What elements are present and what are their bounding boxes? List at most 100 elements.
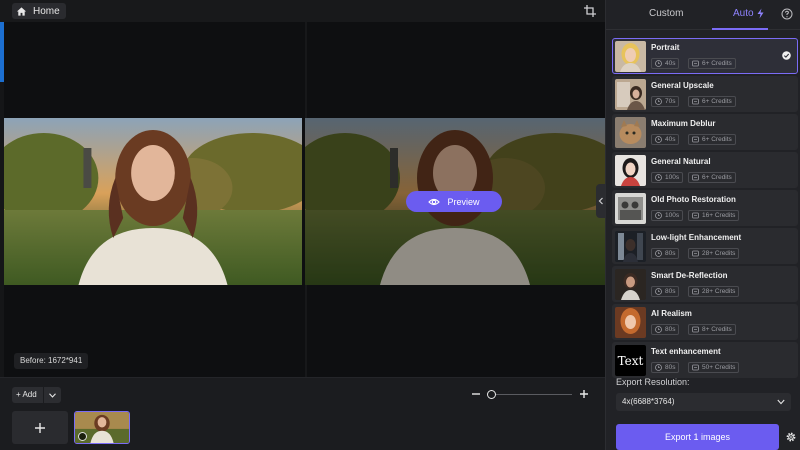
credits-icon <box>692 174 699 181</box>
time-value: 40s <box>665 60 676 67</box>
time-value: 80s <box>665 326 676 333</box>
time-chip: 80s <box>651 286 680 297</box>
credits-icon <box>692 288 699 295</box>
portrait-thumbnail <box>615 41 646 72</box>
deblur-thumbnail <box>615 117 646 148</box>
selected-check-icon <box>782 51 791 60</box>
preset-name: Maximum Deblur <box>651 119 716 128</box>
enhancement-panel: Custom Auto Portrait 40s 6+ Credits Gene… <box>605 0 800 450</box>
add-image-tile[interactable] <box>12 411 68 444</box>
image-canvas: Preview Before: 1672*941 <box>4 22 606 377</box>
chevron-down-icon <box>48 392 56 398</box>
export-resolution-label: Export Resolution: <box>616 377 690 387</box>
top-bar: Home <box>0 0 605 22</box>
credit-chip: 50+ Credits <box>688 362 740 373</box>
home-icon <box>16 6 27 16</box>
bottom-toolbar: + Add <box>0 377 605 450</box>
clock-icon <box>655 212 662 219</box>
time-chip: 80s <box>651 324 680 335</box>
crop-icon[interactable] <box>583 4 597 18</box>
time-chip: 40s <box>651 58 680 69</box>
zoom-slider-track[interactable] <box>492 394 572 395</box>
eye-icon <box>428 198 441 205</box>
clock-icon <box>655 250 662 257</box>
credits-value: 16+ Credits <box>702 212 736 219</box>
clock-icon <box>655 326 662 333</box>
help-icon[interactable] <box>781 8 793 20</box>
preset-portrait[interactable]: Portrait 40s 6+ Credits <box>612 38 798 74</box>
add-button-group: + Add <box>12 387 61 403</box>
text-thumbnail-label: Text <box>617 353 644 368</box>
upscale-thumbnail <box>615 79 646 110</box>
credit-chip: 6+ Credits <box>688 58 736 69</box>
preset-old-photo-restoration[interactable]: Old Photo Restoration 100s 16+ Credits <box>612 190 798 226</box>
credit-chip: 6+ Credits <box>688 172 736 183</box>
time-chip: 80s <box>651 248 680 259</box>
credits-value: 6+ Credits <box>702 136 732 143</box>
old-photo-thumbnail <box>615 193 646 224</box>
preset-ai-realism[interactable]: AI Realism 80s 8+ Credits <box>612 304 798 340</box>
preset-name: General Natural <box>651 157 711 166</box>
credits-value: 6+ Credits <box>702 98 732 105</box>
preset-list: Portrait 40s 6+ Credits General Upscale … <box>612 38 798 380</box>
thumbnail-status-icon <box>78 432 87 441</box>
credit-chip: 6+ Credits <box>688 96 736 107</box>
time-value: 100s <box>665 212 680 219</box>
time-chip: 70s <box>651 96 680 107</box>
natural-thumbnail <box>615 155 646 186</box>
lightning-icon <box>757 8 764 19</box>
preset-text-enhancement[interactable]: Text Text enhancement 80s 50+ Credits <box>612 342 798 378</box>
credit-chip: 8+ Credits <box>688 324 736 335</box>
credits-value: 6+ Credits <box>702 174 732 181</box>
zoom-in-icon[interactable] <box>578 388 590 400</box>
preset-name: Low-light Enhancement <box>651 233 742 242</box>
resolution-select[interactable]: 4x(6688*3764) <box>616 393 791 411</box>
tab-custom[interactable]: Custom <box>649 8 683 19</box>
tab-auto[interactable]: Auto <box>733 8 765 19</box>
credits-icon <box>692 250 699 257</box>
clock-icon <box>655 364 662 371</box>
realism-thumbnail <box>615 307 646 338</box>
preset-smart-de-reflection[interactable]: Smart De-Reflection 80s 28+ Credits <box>612 266 798 302</box>
zoom-slider-handle[interactable] <box>487 390 496 399</box>
preset-name: Smart De-Reflection <box>651 271 728 280</box>
text-thumbnail: Text <box>615 345 646 376</box>
time-value: 80s <box>665 250 676 257</box>
home-label: Home <box>33 5 60 17</box>
clock-icon <box>655 288 662 295</box>
preset-name: AI Realism <box>651 309 692 318</box>
clock-icon <box>655 98 662 105</box>
clock-icon <box>655 60 662 67</box>
preset-general-upscale[interactable]: General Upscale 70s 6+ Credits <box>612 76 798 112</box>
time-value: 70s <box>665 98 676 105</box>
credit-chip: 28+ Credits <box>688 248 740 259</box>
active-tab-indicator <box>712 28 768 30</box>
credits-icon <box>692 98 699 105</box>
plus-icon <box>35 422 45 433</box>
before-dimensions-label: Before: 1672*941 <box>14 353 89 369</box>
credits-icon <box>692 326 699 333</box>
preset-low-light-enhancement[interactable]: Low-light Enhancement 80s 28+ Credits <box>612 228 798 264</box>
preset-general-natural[interactable]: General Natural 100s 6+ Credits <box>612 152 798 188</box>
add-dropdown-button[interactable] <box>42 387 61 403</box>
credits-icon <box>692 60 699 67</box>
image-thumbnail[interactable] <box>74 411 130 444</box>
preset-maximum-deblur[interactable]: Maximum Deblur 40s 6+ Credits <box>612 114 798 150</box>
credits-icon <box>692 136 699 143</box>
credits-value: 6+ Credits <box>702 60 732 67</box>
home-button[interactable]: Home <box>12 3 66 19</box>
preview-button[interactable]: Preview <box>406 191 502 212</box>
preset-name: General Upscale <box>651 81 714 90</box>
export-button[interactable]: Export 1 images <box>616 424 779 450</box>
credits-value: 50+ Credits <box>702 364 736 371</box>
add-button[interactable]: + Add <box>12 387 43 403</box>
credits-icon <box>692 364 699 371</box>
gear-icon[interactable] <box>785 431 797 443</box>
chevron-down-icon <box>777 399 785 405</box>
credits-value: 28+ Credits <box>702 288 736 295</box>
resolution-value: 4x(6688*3764) <box>622 397 675 406</box>
time-value: 80s <box>665 364 676 371</box>
low-light-thumbnail <box>615 231 646 262</box>
clock-icon <box>655 174 662 181</box>
zoom-out-icon[interactable] <box>470 388 482 400</box>
